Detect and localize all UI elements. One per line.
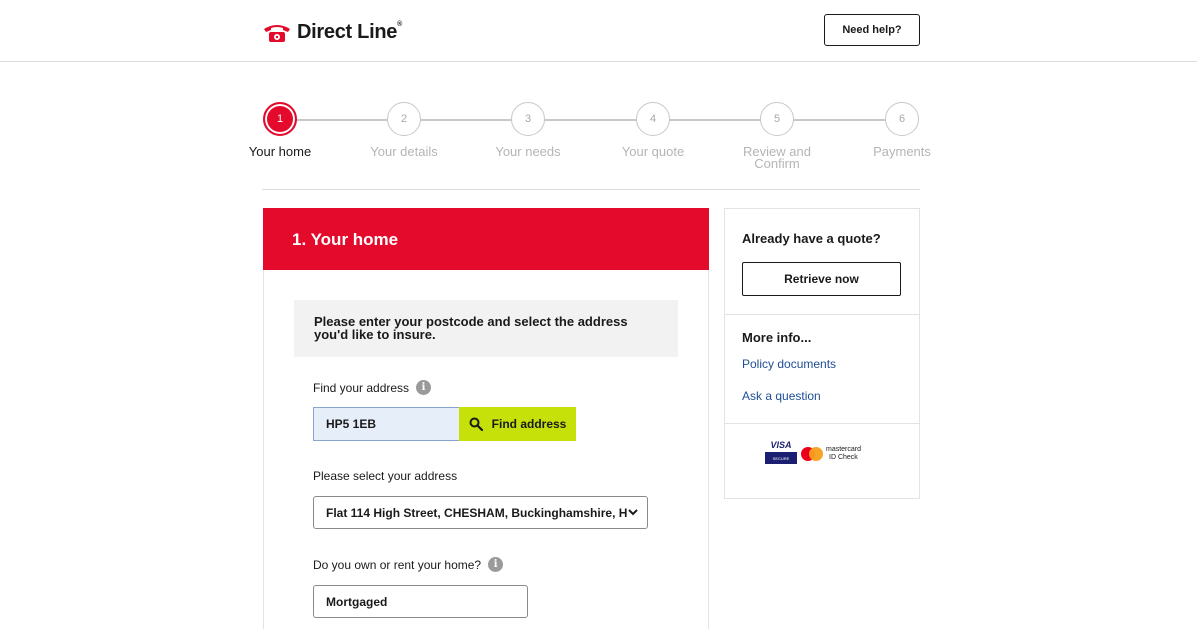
policy-documents-link[interactable]: Policy documents: [742, 357, 836, 371]
step-label: Your home: [248, 144, 312, 159]
own-or-rent-label: Do you own or rent your home? i: [313, 557, 504, 572]
find-address-label: Find your address i: [313, 380, 432, 395]
step-label: Your quote: [621, 144, 685, 159]
step-your-needs: 3 Your needs: [483, 102, 573, 158]
chevron-down-icon: [628, 509, 638, 516]
step-number: 3: [511, 102, 545, 136]
step-payments: 6 Payments: [857, 102, 947, 158]
step-label: Payments: [873, 144, 931, 159]
ask-a-question-link[interactable]: Ask a question: [742, 389, 821, 403]
stepper-divider: [262, 189, 920, 190]
step-your-quote: 4 Your quote: [608, 102, 698, 158]
address-select[interactable]: Flat 114 High Street, CHESHAM, Buckingha…: [313, 496, 648, 529]
visa-wordmark: VISA: [770, 440, 792, 450]
step-number: 1: [263, 102, 297, 136]
step-number: 6: [885, 102, 919, 136]
mastercard-id-check-logo: mastercard ID Check: [801, 446, 861, 462]
step-label: Your details: [370, 144, 438, 159]
own-or-rent-label-text: Do you own or rent your home?: [313, 557, 482, 572]
site-header: Direct Line® Need help?: [0, 0, 1197, 62]
visa-secure-logo: VISA SECURE: [765, 440, 797, 470]
address-select-value: Flat 114 High Street, CHESHAM, Buckingha…: [326, 505, 628, 520]
step-number: 5: [760, 102, 794, 136]
need-help-button[interactable]: Need help?: [824, 14, 920, 46]
mastercard-line1: mastercard: [826, 446, 862, 453]
postcode-input[interactable]: HP5 1EB: [313, 407, 461, 441]
info-icon[interactable]: i: [416, 380, 432, 395]
select-address-label-text: Please select your address: [313, 469, 458, 483]
sidebar-divider: [724, 314, 920, 315]
instruction-text: Please enter your postcode and select th…: [314, 314, 628, 342]
step-your-details: 2 Your details: [359, 102, 449, 158]
step-review-and-confirm: 5 Review and Confirm: [732, 102, 822, 170]
progress-stepper: 1 Your home 2 Your details 3 Your needs …: [249, 102, 931, 182]
form-title: 1. Your home: [292, 230, 399, 249]
step-your-home: 1 Your home: [235, 102, 325, 158]
search-icon: [469, 417, 483, 431]
info-icon[interactable]: i: [488, 557, 504, 572]
step-label: Your needs: [495, 144, 561, 159]
direct-line-logo[interactable]: Direct Line®: [262, 18, 402, 46]
more-info-heading: More info...: [742, 330, 812, 345]
find-address-label-text: Find your address: [313, 380, 410, 395]
logo-text: Direct Line®: [297, 20, 402, 43]
mastercard-text: mastercard ID Check: [826, 446, 861, 462]
step-number: 4: [636, 102, 670, 136]
find-address-label: Find address: [491, 417, 567, 431]
red-phone-icon: [264, 25, 290, 42]
already-have-quote-heading: Already have a quote?: [742, 231, 881, 246]
find-address-button[interactable]: Find address: [459, 407, 576, 441]
step-number: 2: [387, 102, 421, 136]
step-label: Review and Confirm: [743, 144, 811, 171]
sidebar-divider: [724, 423, 920, 424]
retrieve-now-button[interactable]: Retrieve now: [742, 262, 901, 296]
mastercard-line2: ID Check: [829, 454, 858, 461]
mastercard-icon: [801, 447, 823, 461]
visa-secure-band: SECURE: [765, 452, 797, 464]
instruction-box: Please enter your postcode and select th…: [294, 300, 678, 357]
select-address-label: Please select your address: [313, 469, 457, 483]
form-header: 1. Your home: [263, 208, 709, 270]
own-or-rent-select[interactable]: Mortgaged: [313, 585, 528, 618]
